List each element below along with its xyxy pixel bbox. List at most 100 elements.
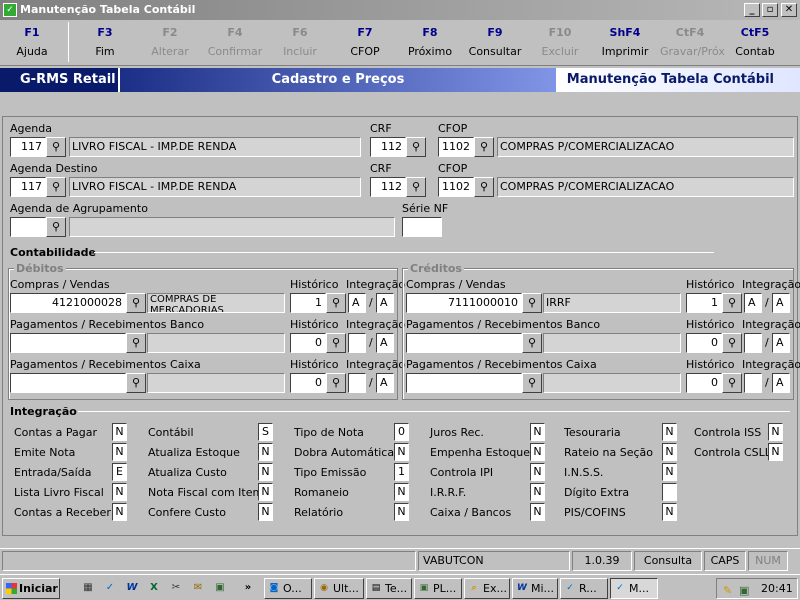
desktop-icon[interactable]: ▦ [80,580,96,596]
binoculars-icon[interactable]: ⚲ [406,137,426,157]
agenda-agrupamento-input[interactable] [10,217,46,237]
debito-banco-integracao-1[interactable] [348,333,366,353]
confere-custo-flag[interactable]: N [258,503,273,521]
lista-livro-fiscal-flag[interactable]: N [112,483,127,501]
credito-caixa-conta-input[interactable] [406,373,522,393]
tipo-emissao-flag[interactable]: 1 [394,463,409,481]
taskbar-item-pl[interactable]: ▣ PL... [414,578,462,599]
digito-extra-flag[interactable] [662,483,677,501]
binoculars-icon[interactable]: ⚲ [474,137,494,157]
credito-banco-integracao-2[interactable]: A [772,333,790,353]
network-icon[interactable]: ▣ [212,580,228,596]
contas-a-receber-flag[interactable]: N [112,503,127,521]
crf-destino-input[interactable]: 112 [370,177,406,197]
binoculars-icon[interactable]: ⚲ [46,177,66,197]
agenda-destino-code-input[interactable]: 117 [10,177,46,197]
taskbar-item-te[interactable]: ▤ Te... [366,578,412,599]
credito-caixa-integracao-1[interactable] [744,373,762,393]
nota-fiscal-com-item-flag[interactable]: N [258,483,273,501]
credito-banco-conta-input[interactable] [406,333,522,353]
mail-icon[interactable]: ✉ [190,580,206,596]
debito-caixa-historico-input[interactable]: 0 [290,373,326,393]
fkey-f3-button[interactable]: F3 Fim [75,26,135,58]
controla-iss-flag[interactable]: N [768,423,783,441]
rateio-na-secao-flag[interactable]: N [662,443,677,461]
binoculars-icon[interactable]: ⚲ [46,217,66,237]
emite-nota-flag[interactable]: N [112,443,127,461]
binoculars-icon[interactable]: ⚲ [326,293,346,313]
serie-nf-input[interactable] [402,217,442,237]
contabil-flag[interactable]: S [258,423,273,441]
entrada-saida-flag[interactable]: E [112,463,127,481]
crf-input[interactable]: 112 [370,137,406,157]
fkey-shf4-button[interactable]: ShF4 Imprimir [595,26,655,58]
fkey-f7-button[interactable]: F7 CFOP [335,26,395,58]
pencil-icon[interactable]: ✎ [723,581,732,600]
scissors-icon[interactable]: ✂ [168,580,184,596]
binoculars-icon[interactable]: ⚲ [126,373,146,393]
maximize-button[interactable]: ▫ [762,3,778,17]
network-icon[interactable]: ▣ [739,581,749,600]
tesouraria-flag[interactable]: N [662,423,677,441]
cfop-input[interactable]: 1102 [438,137,474,157]
fkey-ctf5-button[interactable]: CtF5 Contab [725,26,785,58]
debito-banco-integracao-2[interactable]: A [376,333,394,353]
binoculars-icon[interactable]: ⚲ [326,333,346,353]
fkey-f6-button[interactable]: F6 Incluir [270,26,330,58]
taskbar-item-outlook[interactable]: ◙ O... [264,578,312,599]
taskbar-item-m-active[interactable]: ✓ M... [610,578,658,599]
credito-banco-integracao-1[interactable] [744,333,762,353]
binoculars-icon[interactable]: ⚲ [46,137,66,157]
credito-compras-integracao-1[interactable]: A [744,293,762,313]
fkey-ctf4-button[interactable]: CtF4 Gravar/Próx [660,26,725,58]
binoculars-icon[interactable]: ⚲ [722,293,742,313]
contas-a-pagar-flag[interactable]: N [112,423,127,441]
atualiza-estoque-flag[interactable]: N [258,443,273,461]
fkey-f10-button[interactable]: F10 Excluir [530,26,590,58]
fkey-f4-button[interactable]: F4 Confirmar [205,26,265,58]
binoculars-icon[interactable]: ⚲ [474,177,494,197]
debito-compras-historico-input[interactable]: 1 [290,293,326,313]
pis-cofins-flag[interactable]: N [662,503,677,521]
fkey-f8-button[interactable]: F8 Próximo [400,26,460,58]
more-shortcuts-icon[interactable]: » [240,580,256,596]
debito-compras-integracao-1[interactable]: A [348,293,366,313]
debito-banco-historico-input[interactable]: 0 [290,333,326,353]
close-button[interactable]: ✕ [781,3,797,17]
minimize-button[interactable]: _ [744,3,760,17]
binoculars-icon[interactable]: ⚲ [722,333,742,353]
debito-banco-conta-input[interactable] [10,333,126,353]
credito-caixa-integracao-2[interactable]: A [772,373,790,393]
irrf-flag[interactable]: N [530,483,545,501]
caixa-bancos-flag[interactable]: N [530,503,545,521]
binoculars-icon[interactable]: ⚲ [126,293,146,313]
fkey-f1-button[interactable]: F1 Ajuda [2,26,62,58]
relatorio-flag[interactable]: N [394,503,409,521]
romaneio-flag[interactable]: N [394,483,409,501]
taskbar-item-explorer[interactable]: ⌕ Ex... [464,578,510,599]
credito-compras-conta-input[interactable]: 7111000010 [406,293,522,313]
cfop-destino-input[interactable]: 1102 [438,177,474,197]
taskbar-item-word[interactable]: W Mi... [512,578,558,599]
binoculars-icon[interactable]: ⚲ [722,373,742,393]
fkey-f2-button[interactable]: F2 Alterar [140,26,200,58]
debito-caixa-integracao-1[interactable] [348,373,366,393]
binoculars-icon[interactable]: ⚲ [406,177,426,197]
debito-caixa-integracao-2[interactable]: A [376,373,394,393]
inss-flag[interactable]: N [662,463,677,481]
taskbar-item-ult[interactable]: ◉ Ult... [314,578,364,599]
fkey-f9-button[interactable]: F9 Consultar [465,26,525,58]
binoculars-icon[interactable]: ⚲ [326,373,346,393]
debito-compras-conta-input[interactable]: 4121000028 [10,293,126,313]
binoculars-icon[interactable]: ⚲ [126,333,146,353]
binoculars-icon[interactable]: ⚲ [522,373,542,393]
dobra-automatica-flag[interactable]: N [394,443,409,461]
word-icon[interactable]: W [124,580,140,596]
debito-caixa-conta-input[interactable] [10,373,126,393]
taskbar-item-r[interactable]: ✓ R... [560,578,608,599]
binoculars-icon[interactable]: ⚲ [522,333,542,353]
empenha-estoque-flag[interactable]: N [530,443,545,461]
juros-rec-flag[interactable]: N [530,423,545,441]
controla-csll-flag[interactable]: N [768,443,783,461]
credito-compras-historico-input[interactable]: 1 [686,293,722,313]
